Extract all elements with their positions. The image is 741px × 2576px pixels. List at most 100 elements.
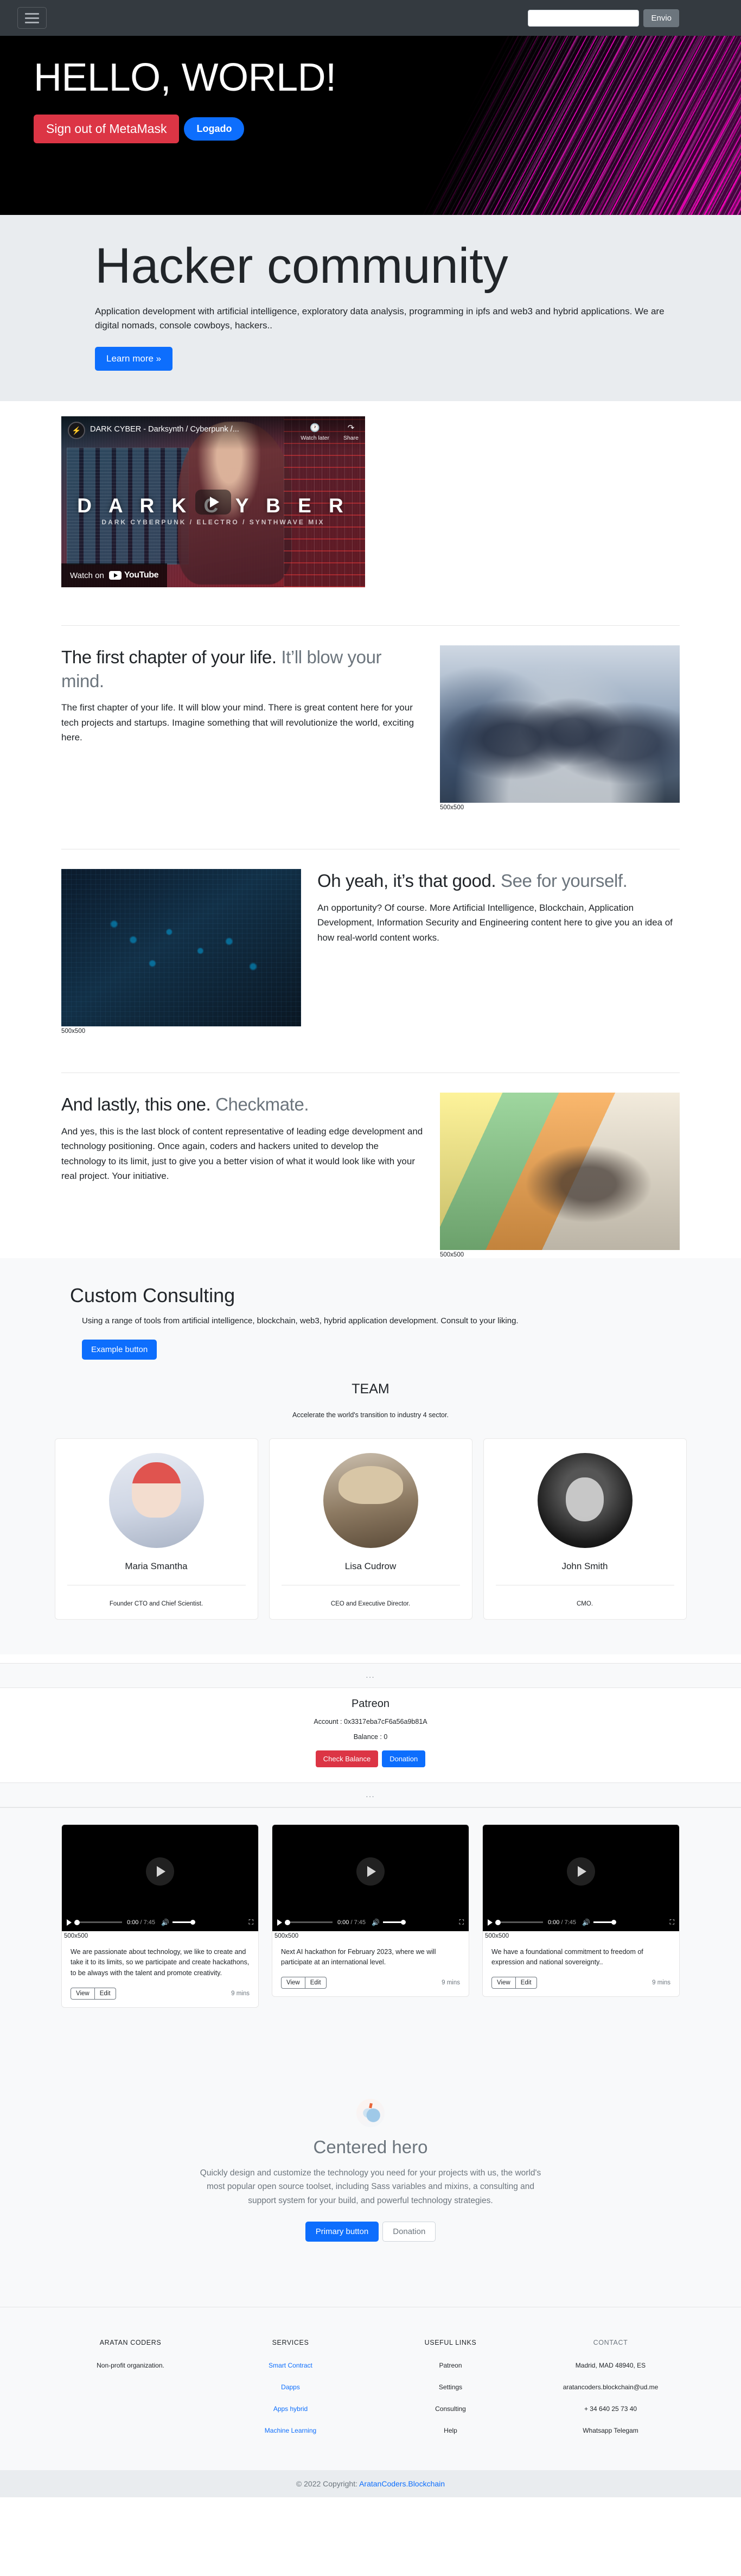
donation-button[interactable]: Donation [382,2222,436,2242]
youtube-video-embed[interactable]: ⚡ DARK CYBER - Darksynth / Cyberpunk /..… [61,416,365,588]
footer-link-apps-hybrid[interactable]: Apps hybrid [210,2405,370,2413]
watch-later-button[interactable]: 🕐 Watch later [301,423,329,441]
video-caption: 500x500 [485,1932,509,1939]
video-player[interactable]: 0:00 / 7:45 🔊 ⛶ [62,1824,258,1931]
fullscreen-icon[interactable]: ⛶ [459,1918,464,1926]
watch-on-youtube-button[interactable]: Watch on YouTube [61,563,168,588]
featurette-2-body: An opportunity? Of course. More Artifici… [317,902,673,943]
featurette-3-heading: And lastly, this one. Checkmate. [61,1093,424,1116]
edit-button[interactable]: Edit [94,1987,116,2000]
featurette-1-heading: The first chapter of your life. It’ll bl… [61,645,424,693]
footer-link-dapps[interactable]: Dapps [210,2383,370,2391]
edit-button[interactable]: Edit [305,1977,327,1989]
fullscreen-icon[interactable]: ⛶ [249,1918,253,1926]
jumbotron-lead: Application development with artificial … [95,306,665,331]
volume-slider[interactable] [593,1919,616,1925]
play-icon[interactable] [488,1919,493,1926]
hero-button-group: Sign out of MetaMask Logado [34,115,741,144]
footer-item-patreon[interactable]: Patreon [370,2362,531,2369]
primary-button[interactable]: Primary button [305,2222,379,2242]
featurette-2: Oh yeah, it’s that good. See for yoursel… [61,849,680,1035]
video-caption: 500x500 [64,1932,88,1939]
search-input[interactable] [528,9,640,27]
team-card: Lisa Cudrow CEO and Executive Director. [269,1438,472,1620]
play-icon [157,1866,165,1877]
footer-heading: CONTACT [593,2339,628,2347]
login-status-badge[interactable]: Logado [184,117,245,141]
play-icon[interactable] [277,1919,282,1926]
team-member-name: Lisa Cudrow [344,1560,397,1571]
seek-slider[interactable] [285,1919,333,1925]
featurette-3-media: 500x500 [440,1093,680,1258]
footer-item-settings[interactable]: Settings [370,2383,531,2391]
seek-handle[interactable] [285,1919,290,1925]
speaker-icon[interactable]: 🔊 [161,1919,169,1926]
seek-handle[interactable] [74,1919,80,1925]
featurette-1-body: The first chapter of your life. It will … [61,702,414,743]
share-button[interactable]: ↷ Share [343,423,359,441]
copyright-text: © 2022 Copyright: [296,2479,357,2489]
page-footer: ARATAN CODERS Non-profit organization. S… [0,2307,741,2471]
youtube-wordmark: YouTube [124,570,159,580]
copyright-link[interactable]: AratanCoders.Blockchain [359,2479,445,2488]
volume-slider[interactable] [382,1919,406,1925]
footer-link-machine-learning[interactable]: Machine Learning [210,2427,370,2434]
watch-on-label: Watch on [70,570,104,580]
video-controls: 0:00 / 7:45 🔊 ⛶ [483,1913,679,1931]
play-button[interactable] [195,489,231,515]
volume-control[interactable]: 🔊 [372,1919,406,1926]
seek-handle[interactable] [495,1919,501,1925]
hamburger-icon-bar [25,21,39,23]
volume-handle[interactable] [611,1919,616,1925]
team-member-role: CEO and Executive Director. [330,1600,411,1607]
edit-button[interactable]: Edit [515,1977,537,1989]
volume-slider[interactable] [172,1919,195,1925]
donation-button[interactable]: Donation [382,1750,426,1767]
volume-handle[interactable] [190,1919,195,1925]
video-player[interactable]: 0:00 / 7:45 🔊 ⛶ [272,1824,469,1931]
footer-column-services: SERVICES Smart Contract Dapps Apps hybri… [210,2339,370,2448]
footer-item-help[interactable]: Help [370,2427,531,2434]
duration: 7:45 [143,1919,156,1926]
volume-control[interactable]: 🔊 [582,1919,616,1926]
sign-out-metamask-button[interactable]: Sign out of MetaMask [34,115,180,144]
view-button[interactable]: View [71,1987,95,2000]
team-member-name: John Smith [561,1560,608,1571]
speaker-icon[interactable]: 🔊 [582,1919,590,1926]
search-submit-button[interactable]: Envio [643,9,679,27]
speaker-icon[interactable]: 🔊 [372,1919,380,1926]
footer-item-email: aratancoders.blockchain@ud.me [563,2383,659,2391]
video-title[interactable]: DARK CYBER - Darksynth / Cyberpunk /... [90,422,239,434]
patreon-account-value: 0x3317eba7cF6a56a9b81A [344,1717,427,1725]
footer-item-consulting[interactable]: Consulting [370,2405,531,2413]
view-button[interactable]: View [491,1977,516,1989]
footer-link-smart-contract[interactable]: Smart Contract [210,2362,370,2369]
play-icon[interactable] [67,1919,72,1926]
volume-handle[interactable] [400,1919,406,1925]
navbar-toggler-button[interactable] [17,7,47,29]
play-button[interactable] [356,1857,385,1886]
video-card: 0:00 / 7:45 🔊 ⛶ 500x500 Next AI hackatho… [272,1824,469,1997]
seek-slider[interactable] [495,1919,543,1925]
custom-consulting-section: Custom Consulting Using a range of tools… [0,1258,741,1373]
play-button[interactable] [146,1857,174,1886]
video-player[interactable]: 0:00 / 7:45 🔊 ⛶ [483,1824,679,1931]
jumbotron-title: Hacker community [95,238,508,294]
seek-slider[interactable] [74,1919,122,1925]
fullscreen-icon[interactable]: ⛶ [670,1918,674,1926]
channel-avatar-icon[interactable]: ⚡ [68,422,85,440]
footer-heading: SERVICES [272,2339,309,2347]
example-button[interactable]: Example button [82,1339,157,1360]
featurette-3-heading-muted: Checkmate. [215,1094,309,1115]
check-balance-button[interactable]: Check Balance [315,1750,379,1767]
video-cards-section: 0:00 / 7:45 🔊 ⛶ 500x500 We are passionat… [0,1807,741,2036]
volume-control[interactable]: 🔊 [161,1919,195,1926]
video-card-meta: 9 mins [442,1979,460,1987]
team-member-role: CMO. [576,1600,593,1607]
featurette-2-heading-muted: See for yourself. [500,871,628,891]
learn-more-button[interactable]: Learn more » [95,347,173,371]
featurette-3-image-caption: 500x500 [440,1252,464,1259]
view-button[interactable]: View [281,1977,305,1989]
footer-item-messaging: Whatsapp Telegam [583,2427,638,2435]
play-button[interactable] [567,1857,595,1886]
